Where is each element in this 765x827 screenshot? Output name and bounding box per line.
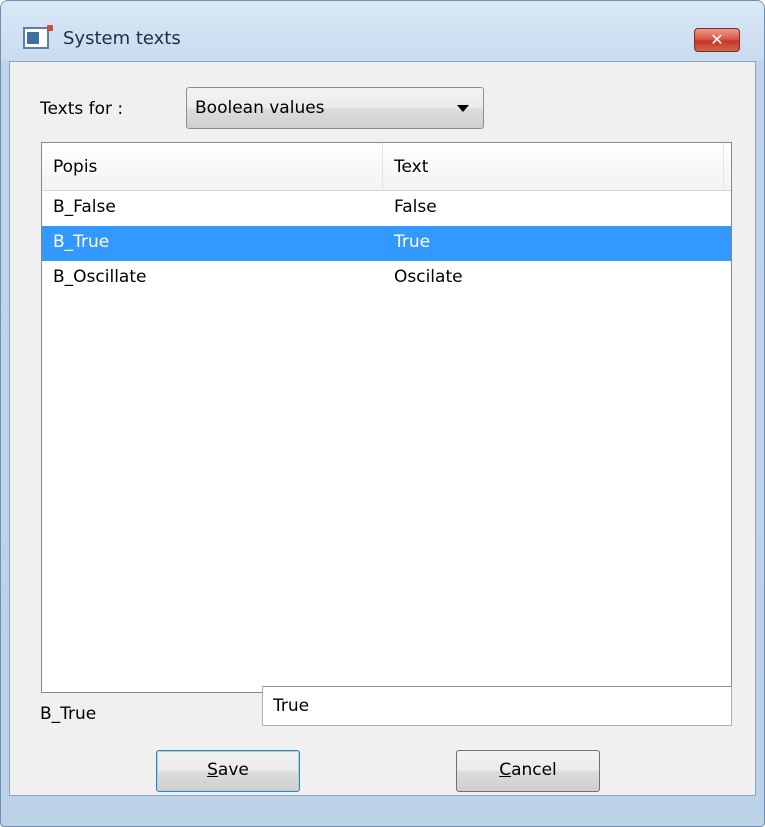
- title-bar[interactable]: System texts ✕: [1, 1, 764, 61]
- edit-text-input[interactable]: [262, 686, 732, 726]
- edit-key-label: B_True: [40, 704, 97, 724]
- cell-popis: B_True: [53, 232, 110, 252]
- cancel-label-rest: ancel: [511, 760, 557, 780]
- dialog-window: System texts ✕ Texts for : Boolean value…: [0, 0, 765, 827]
- list-row-b-false[interactable]: B_False False: [42, 191, 731, 226]
- dialog-client-area: Texts for : Boolean values Popis Text B_…: [9, 61, 756, 796]
- texts-for-dropdown[interactable]: Boolean values: [186, 87, 484, 129]
- column-header-text[interactable]: Text: [383, 143, 724, 191]
- cell-popis: B_False: [53, 197, 116, 217]
- save-label-rest: ave: [217, 760, 249, 780]
- window-title: System texts: [63, 28, 181, 49]
- cancel-mnemonic: C: [499, 760, 512, 780]
- list-row-b-true[interactable]: B_True True: [42, 226, 731, 261]
- system-texts-list[interactable]: Popis Text B_False False B_True True B_O…: [41, 142, 732, 693]
- texts-for-selected-value: Boolean values: [195, 98, 325, 118]
- cell-text: False: [394, 197, 437, 217]
- column-header-popis[interactable]: Popis: [42, 143, 383, 191]
- texts-for-label: Texts for :: [40, 99, 124, 119]
- window-app-icon: [23, 25, 53, 49]
- close-icon: ✕: [710, 30, 724, 49]
- save-button[interactable]: Save: [156, 750, 300, 792]
- list-row-b-oscillate[interactable]: B_Oscillate Oscilate: [42, 261, 731, 296]
- cell-text: Oscilate: [394, 267, 463, 287]
- cancel-button[interactable]: Cancel: [456, 750, 600, 792]
- close-button[interactable]: ✕: [694, 28, 740, 52]
- cell-popis: B_Oscillate: [53, 267, 147, 287]
- cell-text: True: [394, 232, 431, 252]
- list-header: Popis Text: [42, 143, 731, 191]
- list-rows: B_False False B_True True B_Oscillate Os…: [42, 191, 731, 296]
- chevron-down-icon: [457, 105, 469, 112]
- save-mnemonic: S: [207, 760, 218, 780]
